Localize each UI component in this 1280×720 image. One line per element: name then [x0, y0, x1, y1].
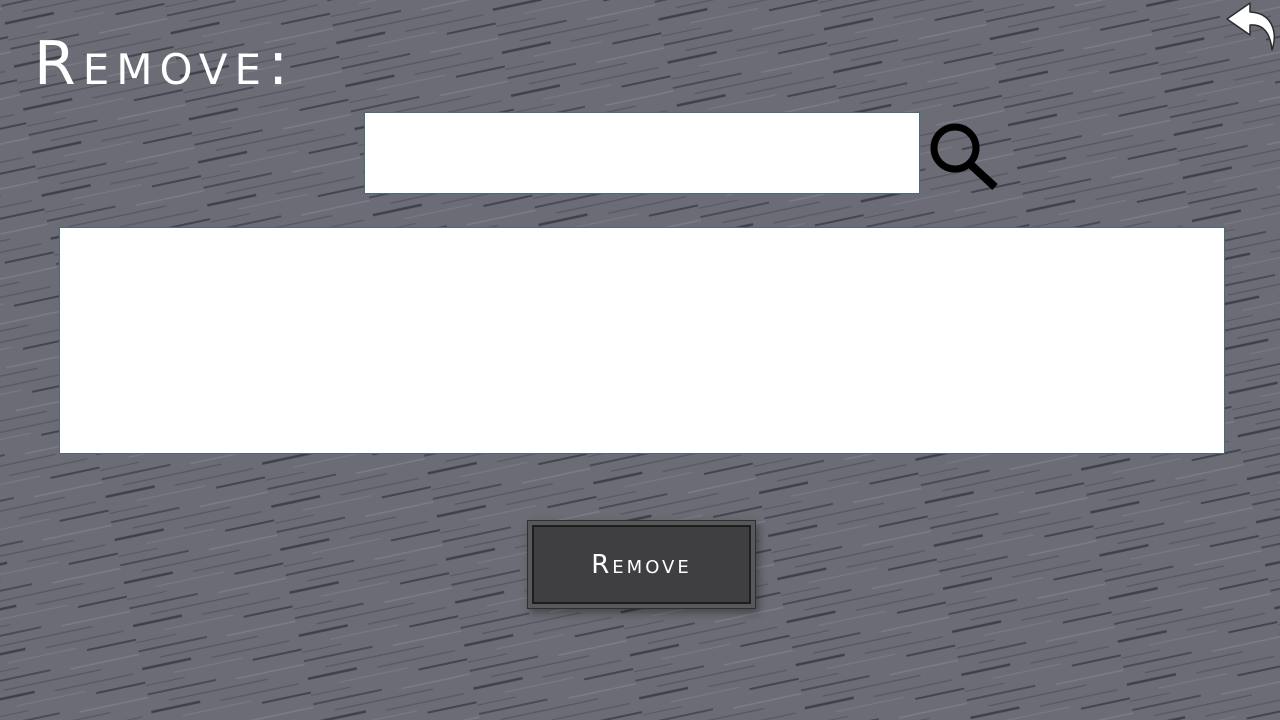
search-icon: [930, 123, 998, 190]
search-button[interactable]: [928, 120, 1002, 194]
back-arrow-icon: [1226, 2, 1275, 51]
page-title: Remove:: [34, 29, 296, 99]
search-input[interactable]: [364, 112, 920, 194]
results-list[interactable]: [59, 227, 1225, 454]
back-button[interactable]: [1222, 0, 1280, 56]
remove-button[interactable]: Remove: [528, 521, 755, 608]
